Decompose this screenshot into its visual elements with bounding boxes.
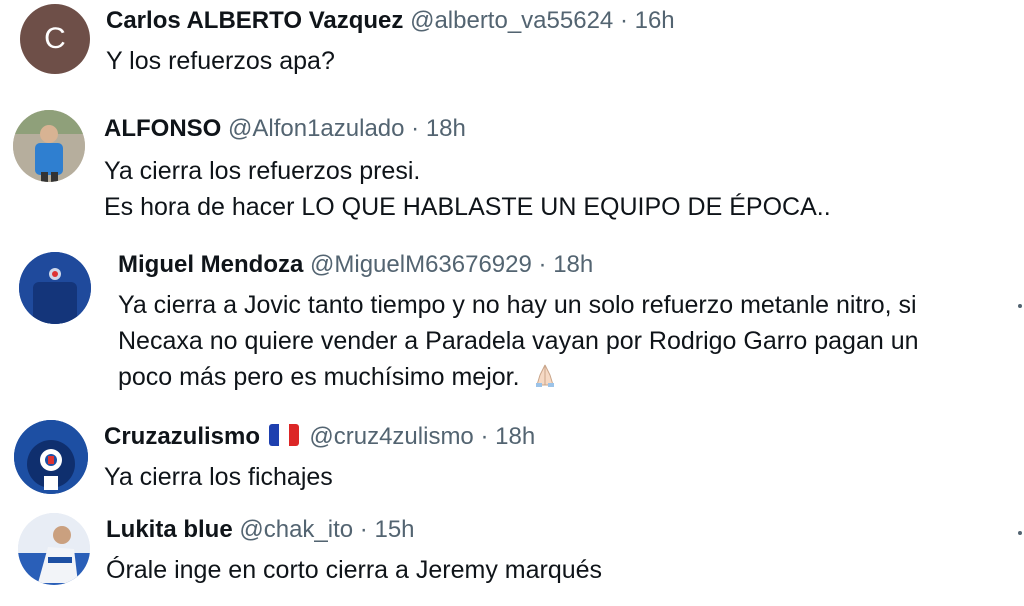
reply-item[interactable]: C Carlos ALBERTO Vazquez @alberto_va5562… <box>0 0 1024 90</box>
reply-header: Miguel Mendoza @MiguelM63676929 · 18h <box>118 250 593 280</box>
more-options-hint <box>1018 304 1022 308</box>
separator: · <box>359 516 368 543</box>
timestamp[interactable]: 16h <box>635 7 675 34</box>
avatar-photo <box>19 252 91 324</box>
author-handle[interactable]: @Alfon1azulado <box>228 115 404 142</box>
reply-text: Y los refuerzos apa? <box>106 44 335 78</box>
author-name[interactable]: ALFONSO <box>104 115 221 142</box>
reply-text: Ya cierra los refuerzos presi. Es hora d… <box>104 154 831 224</box>
reply-text-line: Órale inge en corto cierra a Jeremy marq… <box>106 556 603 584</box>
author-name[interactable]: Lukita blue <box>106 516 233 543</box>
separator: · <box>480 423 489 450</box>
author-name[interactable]: Miguel Mendoza <box>118 251 303 278</box>
reply-text-line: Ya cierra a Jovic tanto tiempo y no hay … <box>118 291 917 319</box>
timestamp[interactable]: 18h <box>426 115 466 142</box>
folded-hands-icon <box>531 361 559 398</box>
reply-item[interactable]: Cruzazulismo @cruz4zulismo · 18h Ya cier… <box>0 410 1024 508</box>
avatar[interactable] <box>14 420 88 494</box>
reply-text-line: Necaxa no quiere vender a Paradela vayan… <box>118 327 919 355</box>
reply-text-line: Ya cierra los fichajes <box>104 463 333 491</box>
avatar[interactable]: C <box>20 4 90 74</box>
author-handle[interactable]: @chak_ito <box>239 516 353 543</box>
reply-text: Ya cierra los fichajes <box>104 460 333 494</box>
reply-header: Lukita blue @chak_ito · 15h <box>106 515 415 545</box>
avatar[interactable] <box>18 513 90 585</box>
separator: · <box>619 7 628 34</box>
reply-item[interactable]: ALFONSO @Alfon1azulado · 18h Ya cierra l… <box>0 100 1024 230</box>
author-handle[interactable]: @alberto_va55624 <box>410 7 613 34</box>
reply-text-line: Es hora de hacer LO QUE HABLASTE UN EQUI… <box>104 193 831 221</box>
reply-text-line: Y los refuerzos apa? <box>106 47 335 75</box>
reply-text-line: poco más pero es muchísimo mejor. <box>118 363 520 391</box>
more-options-hint <box>1018 531 1022 535</box>
reply-item[interactable]: Lukita blue @chak_ito · 15h Órale inge e… <box>0 505 1024 606</box>
avatar-photo <box>13 110 85 182</box>
reply-item[interactable]: Miguel Mendoza @MiguelM63676929 · 18h Ya… <box>0 240 1024 410</box>
author-handle[interactable]: @cruz4zulismo <box>309 423 473 450</box>
separator: · <box>538 251 547 278</box>
avatar-photo <box>14 420 88 494</box>
reply-header: ALFONSO @Alfon1azulado · 18h <box>104 114 466 144</box>
author-name[interactable]: Carlos ALBERTO Vazquez <box>106 7 403 34</box>
avatar-photo <box>18 513 90 585</box>
reply-text-line: Ya cierra los refuerzos presi. <box>104 157 421 185</box>
author-handle[interactable]: @MiguelM63676929 <box>310 251 532 278</box>
reply-text: Órale inge en corto cierra a Jeremy marq… <box>106 553 602 587</box>
timestamp[interactable]: 18h <box>553 251 593 278</box>
reply-text: Ya cierra a Jovic tanto tiempo y no hay … <box>118 288 919 398</box>
reply-header: Carlos ALBERTO Vazquez @alberto_va55624 … <box>106 6 675 36</box>
timestamp[interactable]: 18h <box>495 423 535 450</box>
author-name[interactable]: Cruzazulismo <box>104 423 260 450</box>
avatar-letter: C <box>44 22 66 55</box>
france-flag-icon <box>268 424 299 446</box>
separator: · <box>411 115 420 142</box>
timestamp[interactable]: 15h <box>374 516 414 543</box>
reply-header: Cruzazulismo @cruz4zulismo · 18h <box>104 422 535 452</box>
avatar[interactable] <box>19 252 91 324</box>
avatar[interactable] <box>13 110 85 182</box>
